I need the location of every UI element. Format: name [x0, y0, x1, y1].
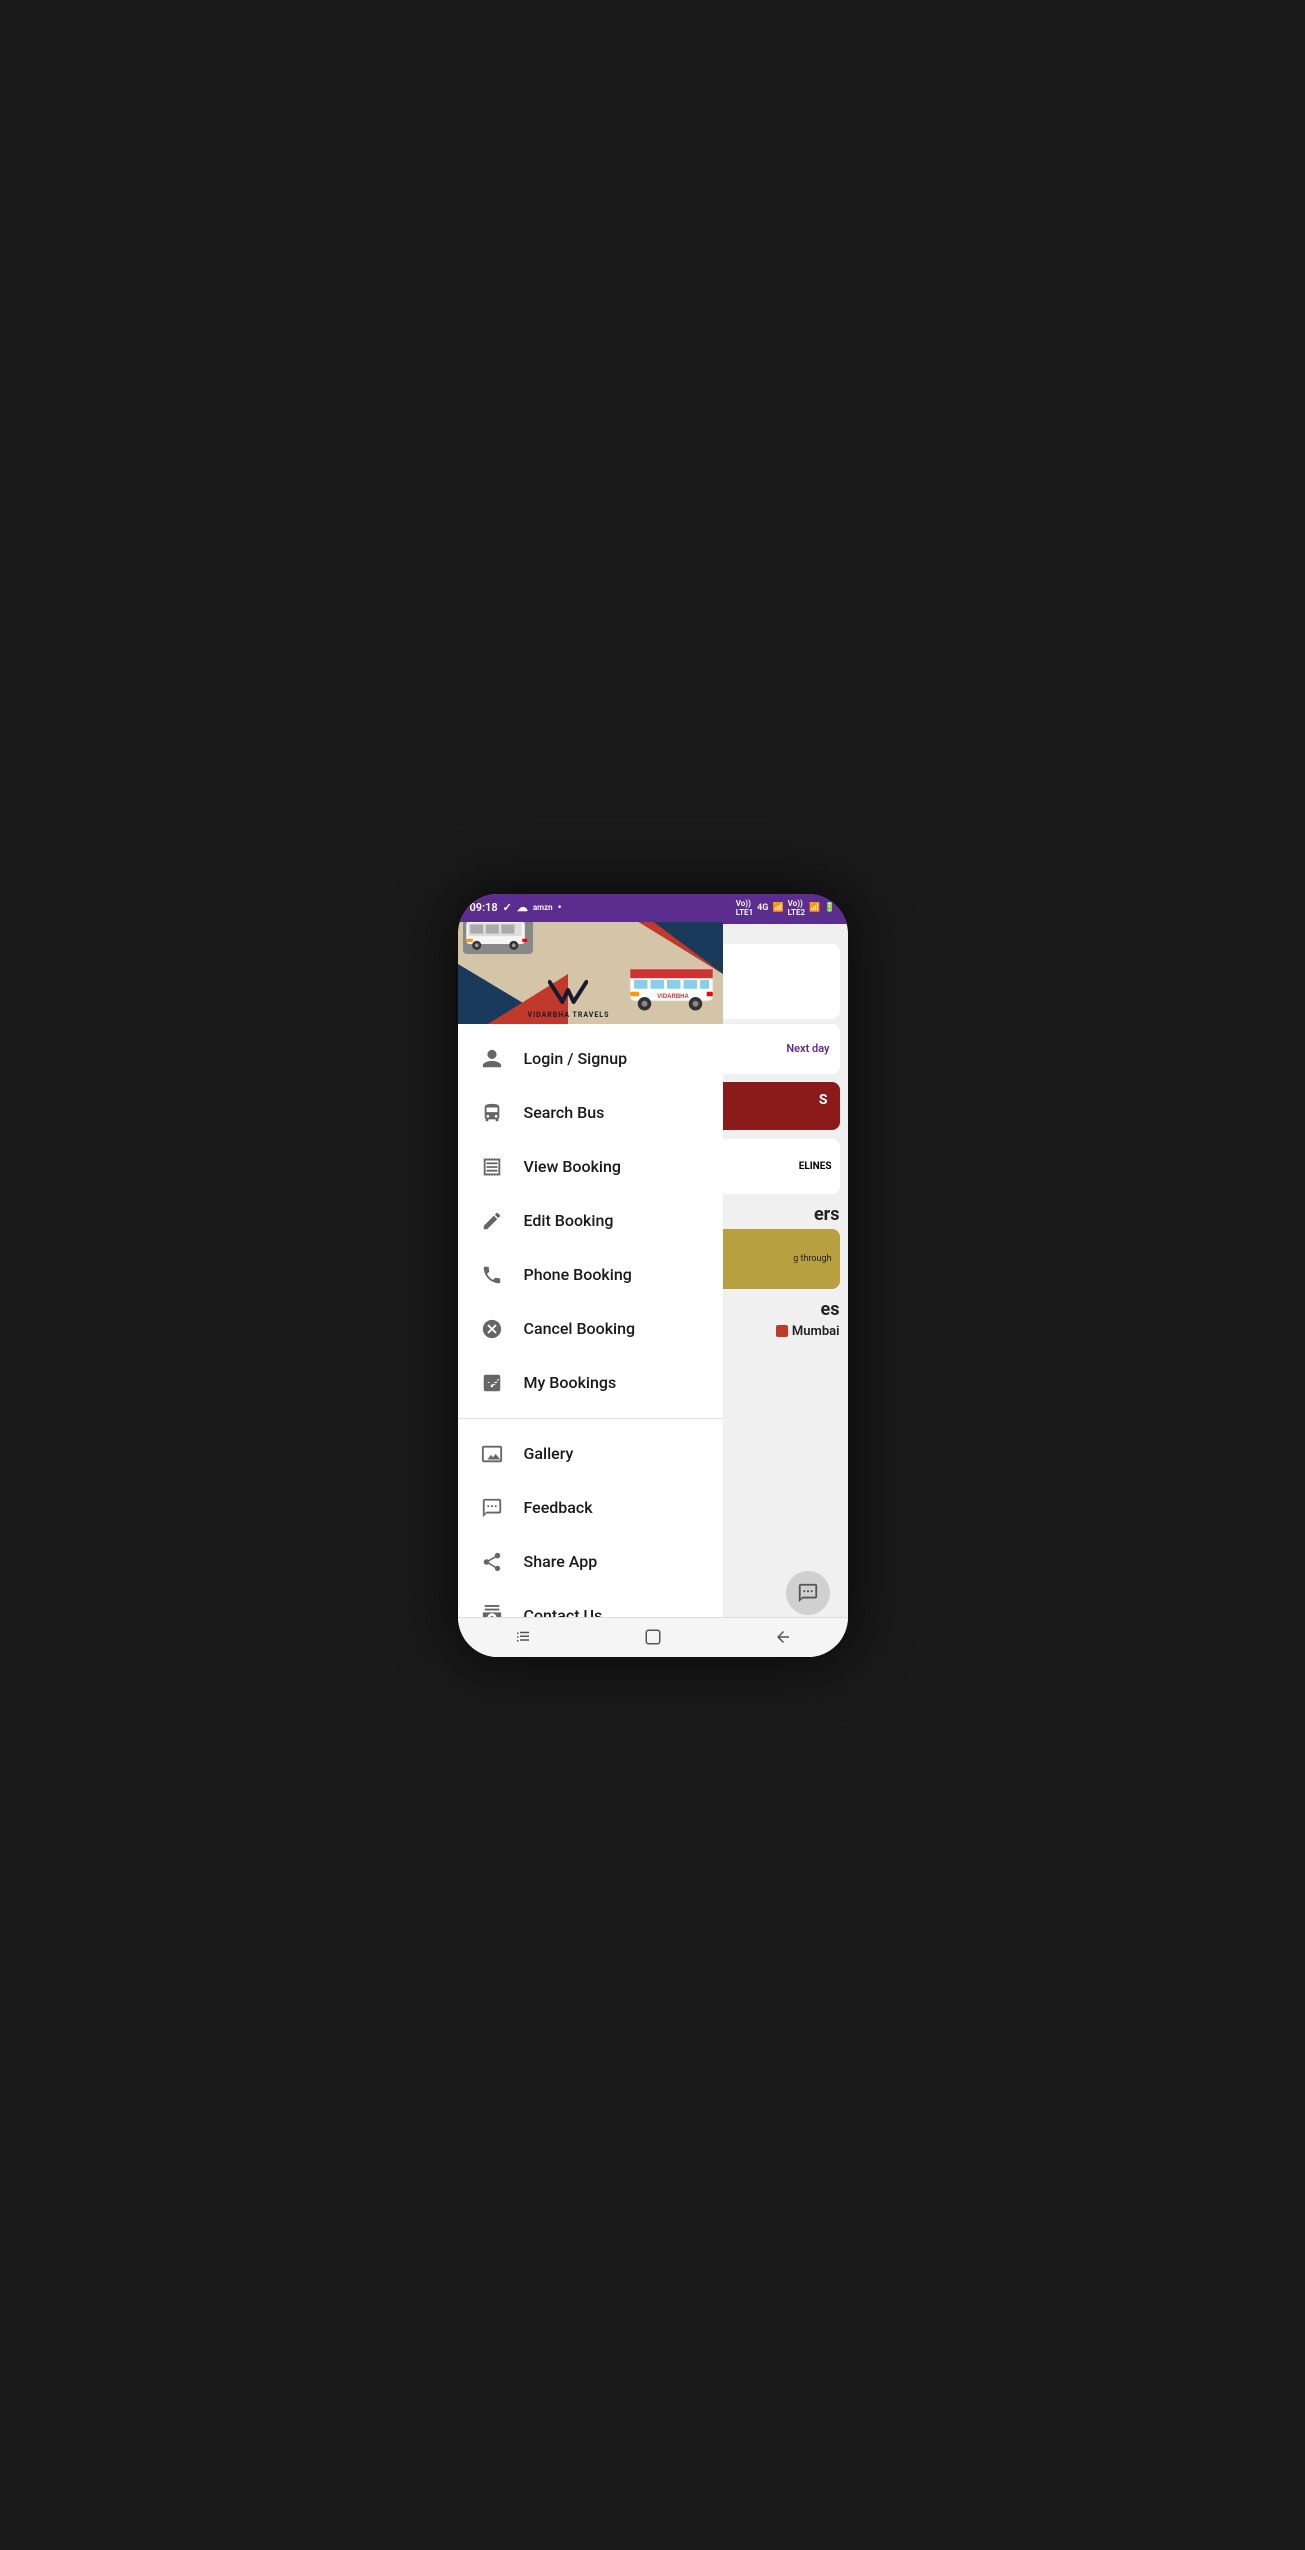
bg-top-card: [710, 944, 840, 1019]
brand-logo: VIDARBHA TRAVELS: [528, 978, 610, 1019]
amazon-icon: amzn: [533, 903, 553, 912]
my-bookings-label: My Bookings: [524, 1373, 617, 1392]
navigation-drawer: VIDARBHA VIDARBHA TRAVELS: [458, 894, 723, 1657]
feedback-icon: [786, 1571, 830, 1615]
menu-item-gallery[interactable]: Gallery: [458, 1427, 723, 1481]
image-icon: [478, 1440, 506, 1468]
menu-item-my-bookings[interactable]: My Bookings: [458, 1356, 723, 1410]
menu-item-share-app[interactable]: Share App: [458, 1535, 723, 1589]
mumbai-dot: [776, 1325, 788, 1337]
menu-list: Login / Signup Search Bus View Booking: [458, 1024, 723, 1657]
star-icon: [478, 1369, 506, 1397]
recents-button[interactable]: [498, 1622, 548, 1652]
edit-booking-label: Edit Booking: [524, 1211, 614, 1230]
dot-icon: •: [558, 901, 562, 914]
bg-next-day: Next day: [710, 1024, 840, 1074]
phone-booking-label: Phone Booking: [524, 1265, 632, 1284]
share-icon: [478, 1548, 506, 1576]
bg-gold-card: g through: [710, 1229, 840, 1289]
menu-item-search-bus[interactable]: Search Bus: [458, 1086, 723, 1140]
menu-item-phone-booking[interactable]: Phone Booking: [458, 1248, 723, 1302]
gallery-label: Gallery: [524, 1444, 574, 1463]
phone-frame: 09:18 ✓ ☁ amzn • Vo))LTE1 4G 📶 Vo))LTE2 …: [458, 894, 848, 1657]
bg-offers: ers: [814, 1204, 840, 1225]
status-left: 09:18 ✓ ☁ amzn •: [470, 901, 562, 914]
login-label: Login / Signup: [524, 1049, 628, 1068]
home-button[interactable]: [628, 1622, 678, 1652]
back-button[interactable]: [758, 1622, 808, 1652]
menu-item-cancel-booking[interactable]: Cancel Booking: [458, 1302, 723, 1356]
battery-icon: 🔋: [824, 903, 835, 913]
time: 09:18: [470, 901, 498, 914]
edit-icon: [478, 1207, 506, 1235]
menu-item-login[interactable]: Login / Signup: [458, 1032, 723, 1086]
menu-item-feedback[interactable]: Feedback: [458, 1481, 723, 1535]
bus-large-image: VIDARBHA: [628, 959, 718, 1014]
phone-icon: [478, 1261, 506, 1289]
view-booking-label: View Booking: [524, 1157, 621, 1176]
cancel-booking-label: Cancel Booking: [524, 1319, 636, 1338]
svg-text:VIDARBHA: VIDARBHA: [657, 993, 689, 999]
brand-name-label: VIDARBHA TRAVELS: [528, 1011, 610, 1019]
share-app-label: Share App: [524, 1552, 598, 1571]
carrier1-label: Vo))LTE1: [736, 899, 753, 917]
bg-mumbai: Mumbai: [776, 1324, 840, 1339]
signal2-icon: 📶: [809, 903, 820, 913]
cloud-icon: ☁: [517, 901, 528, 914]
bg-guidelines: ELINES: [710, 1139, 840, 1194]
person-icon: [478, 1045, 506, 1073]
menu-item-edit-booking[interactable]: Edit Booking: [458, 1194, 723, 1248]
bg-cities: es: [821, 1299, 840, 1320]
menu-divider: [458, 1418, 723, 1419]
feedback-label: Feedback: [524, 1498, 593, 1517]
carrier2-label: Vo))LTE2: [788, 899, 805, 917]
feedback-icon: [478, 1494, 506, 1522]
search-bus-label: Search Bus: [524, 1103, 605, 1122]
signal1-icon: 📶: [772, 903, 783, 913]
status-bar: 09:18 ✓ ☁ amzn • Vo))LTE1 4G 📶 Vo))LTE2 …: [458, 894, 848, 922]
brand-v-icon: [548, 978, 588, 1011]
menu-item-view-booking[interactable]: View Booking: [458, 1140, 723, 1194]
cancel-icon: [478, 1315, 506, 1343]
network-label: 4G: [757, 903, 768, 913]
bus-icon: [478, 1099, 506, 1127]
nav-bar: [458, 1617, 848, 1657]
shield-icon: ✓: [503, 901, 512, 914]
phone-screen: 09:18 ✓ ☁ amzn • Vo))LTE1 4G 📶 Vo))LTE2 …: [458, 894, 848, 1657]
status-right: Vo))LTE1 4G 📶 Vo))LTE2 📶 🔋: [736, 899, 836, 917]
bg-search-label: S: [819, 1092, 828, 1108]
receipt-icon: [478, 1153, 506, 1181]
